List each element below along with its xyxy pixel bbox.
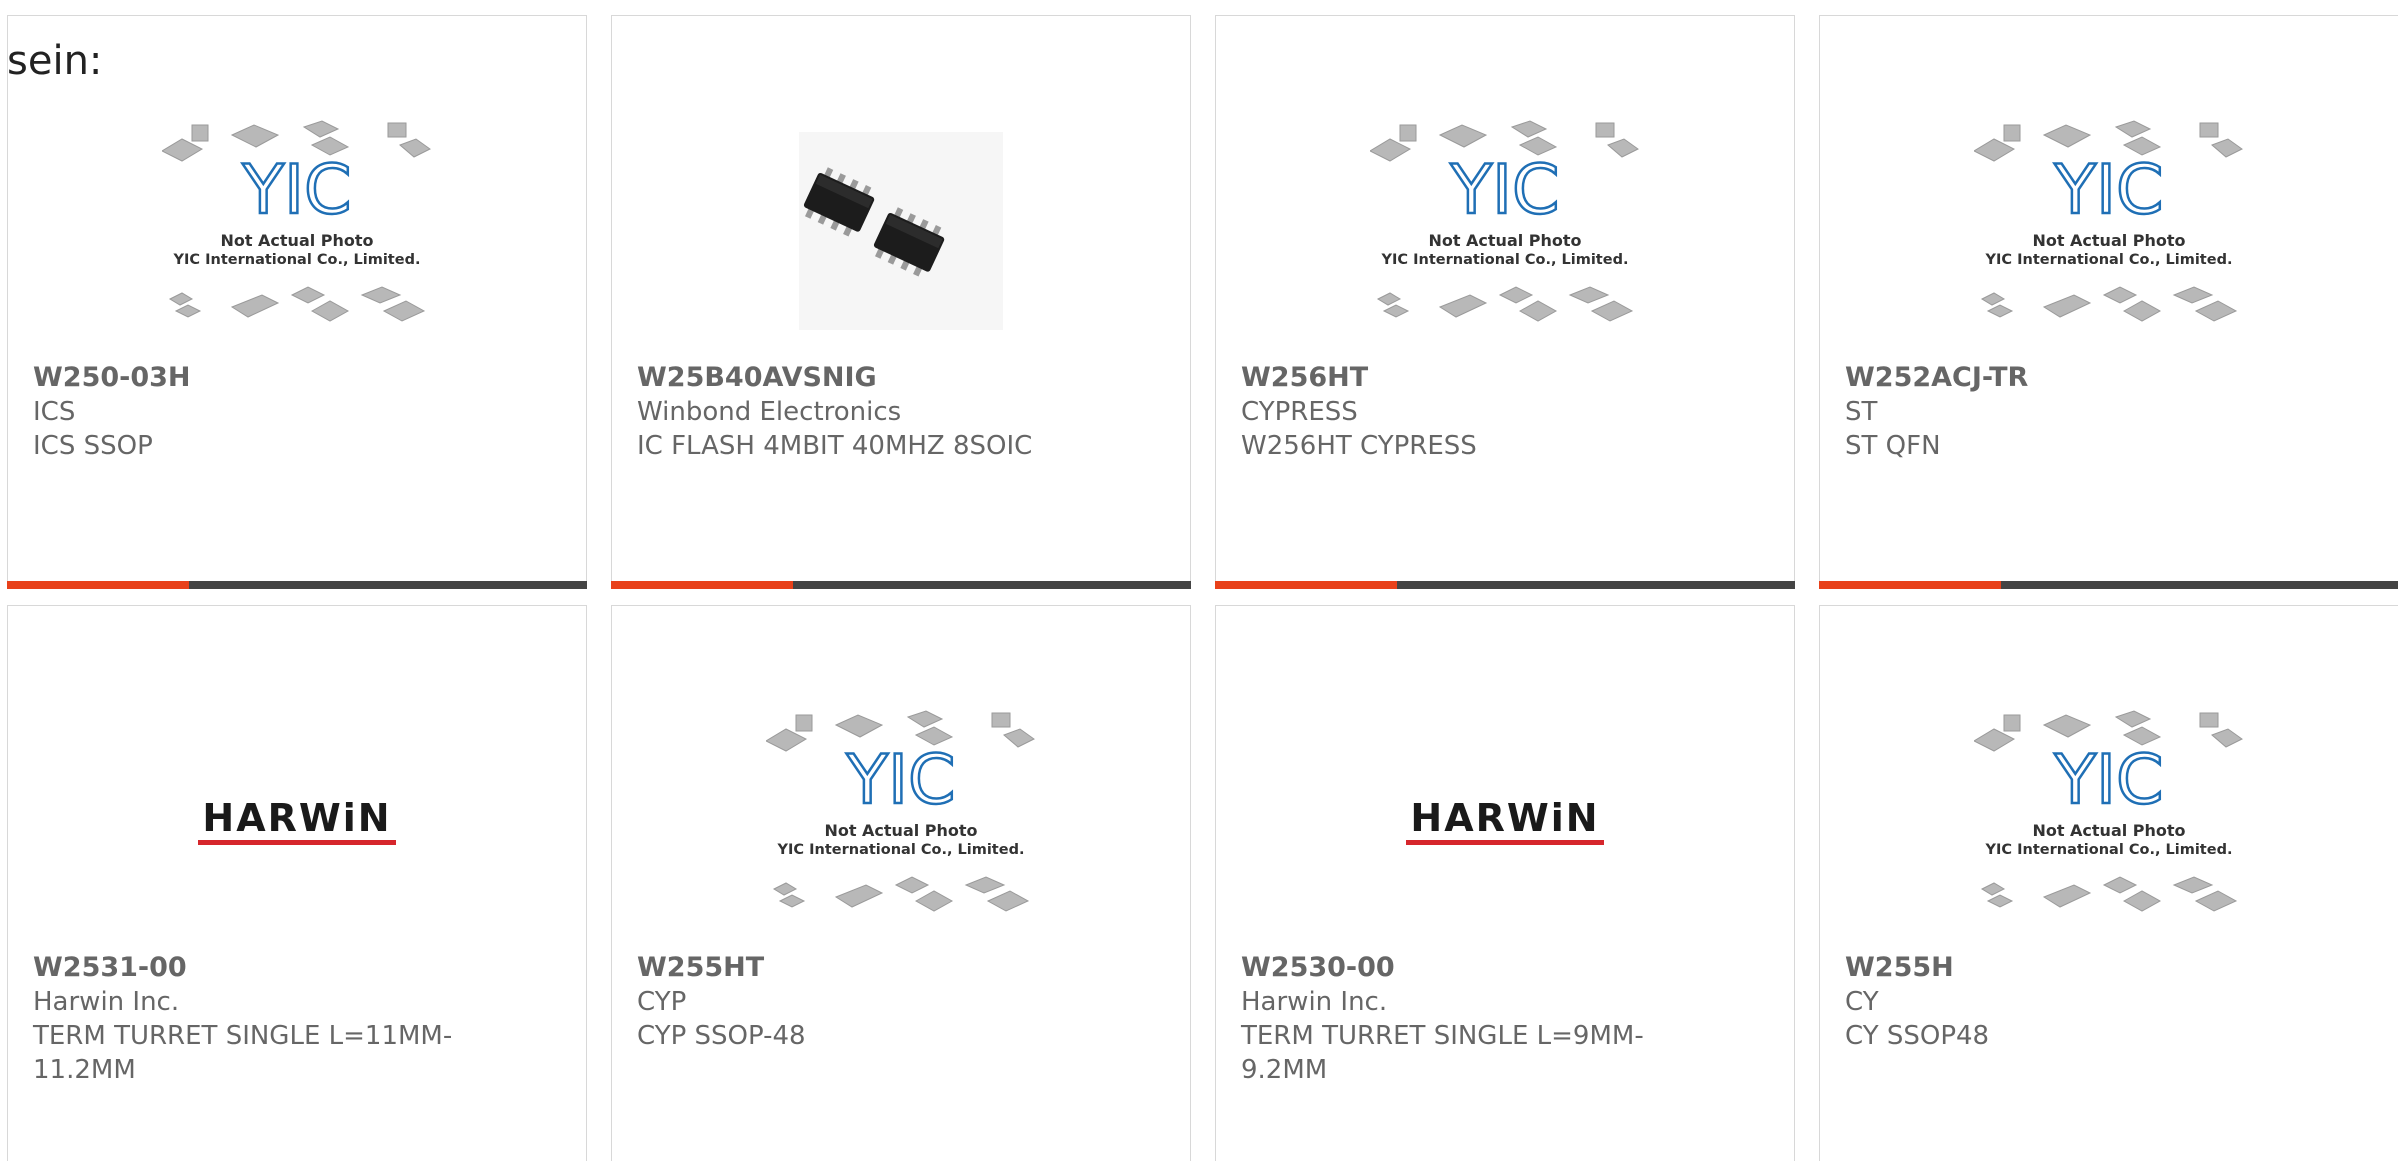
part-number[interactable]: W252ACJ-TR [1845,361,2365,395]
svg-text:Not Actual Photo: Not Actual Photo [2032,231,2185,250]
manufacturer: CYP [637,987,687,1017]
card-bottom-bar [7,581,587,589]
product-card[interactable]: YIC Not Actual Photo YIC International Co.… [1819,15,2398,589]
product-image: HARWiN [1216,686,1794,956]
product-card[interactable]: HARWiN W2531-00 Harwin Inc. TERM TURRET … [7,605,587,1161]
description: W256HT CYPRESS [1241,431,1477,461]
svg-text:YIC International Co., Limited: YIC International Co., Limited. [173,252,421,268]
svg-text:Not Actual Photo: Not Actual Photo [2032,821,2185,840]
description: ICS SSOP [33,431,153,461]
yic-placeholder-image: YICNot Actual Photo YIC International Co.… [1974,120,2243,322]
part-number[interactable]: W2530-00 [1241,951,1761,985]
product-image: YIC Not Actual Photo YIC International Co.… [1820,96,2398,366]
product-grid-page: sein: YIC Not Actual Photo YIC Internation… [0,0,2398,1161]
product-card[interactable]: YIC Not Actual Photo YIC International Co.… [611,605,1191,1161]
part-number[interactable]: W2531-00 [33,951,553,985]
svg-text:Not Actual Photo: Not Actual Photo [824,821,977,840]
product-card[interactable]: YIC Not Actual Photo YIC International Co.… [7,15,587,589]
product-image [612,96,1190,366]
soic-chip-photo [799,132,1003,330]
part-number[interactable]: W255H [1845,951,2365,985]
product-image: YIC Not Actual Photo YIC International Co.… [1216,96,1794,366]
product-card[interactable]: HARWiN W2530-00 Harwin Inc. TERM TURRET … [1215,605,1795,1161]
product-image: HARWiN [8,686,586,956]
card-accent [1819,581,2001,589]
part-number[interactable]: W250-03H [33,361,553,395]
description: IC FLASH 4MBIT 40MHZ 8SOIC [637,431,1033,461]
yic-placeholder-image: YICNot Actual Photo YIC International Co.… [766,710,1035,912]
svg-text:YIC: YIC [845,741,955,820]
svg-text:YIC International Co., Limited: YIC International Co., Limited. [1985,842,2233,858]
description: CY SSOP48 [1845,1021,1990,1051]
harwin-logo: HARWiN [1406,798,1604,845]
manufacturer: ST [1845,397,1878,427]
yic-placeholder-image: YICNot Actual Photo YIC International Co.… [162,120,431,322]
svg-text:YIC International Co., Limited: YIC International Co., Limited. [777,842,1025,858]
card-bottom-bar [1215,581,1795,589]
card-accent [7,581,189,589]
manufacturer: Harwin Inc. [33,987,180,1017]
manufacturer: Winbond Electronics [637,397,902,427]
svg-text:YIC: YIC [1449,151,1559,230]
card-accent [1215,581,1397,589]
product-image: YIC Not Actual Photo YIC International Co.… [612,686,1190,956]
product-image: YIC Not Actual Photo YIC International Co.… [1820,686,2398,956]
part-number[interactable]: W255HT [637,951,1157,985]
manufacturer: ICS [33,397,76,427]
description: TERM TURRET SINGLE L=9MM-9.2MM [1241,1021,1644,1085]
svg-text:Not Actual Photo: Not Actual Photo [1428,231,1581,250]
description: TERM TURRET SINGLE L=11MM-11.2MM [33,1021,453,1085]
product-card[interactable]: W25B40AVSNIG Winbond Electronics IC FLAS… [611,15,1191,589]
card-bottom-bar [611,581,1191,589]
manufacturer: Harwin Inc. [1241,987,1388,1017]
description: CYP SSOP-48 [637,1021,806,1051]
product-card[interactable]: YIC Not Actual Photo YIC International Co.… [1819,605,2398,1161]
svg-text:YIC: YIC [241,151,351,230]
product-card[interactable]: YIC Not Actual Photo YIC International Co.… [1215,15,1795,589]
svg-text:YIC: YIC [2053,741,2163,820]
svg-text:Not Actual Photo: Not Actual Photo [220,231,373,250]
intro-text: sein: [7,38,103,84]
product-image: YIC Not Actual Photo YIC International Co.… [8,96,586,366]
svg-text:YIC: YIC [2053,151,2163,230]
card-bottom-bar [1819,581,2398,589]
svg-text:YIC International Co., Limited: YIC International Co., Limited. [1381,252,1629,268]
part-number[interactable]: W256HT [1241,361,1761,395]
manufacturer: CY [1845,987,1879,1017]
yic-placeholder-image: YICNot Actual Photo YIC International Co.… [1974,710,2243,912]
description: ST QFN [1845,431,1941,461]
manufacturer: CYPRESS [1241,397,1358,427]
harwin-logo: HARWiN [198,798,396,845]
part-number[interactable]: W25B40AVSNIG [637,361,1157,395]
svg-text:YIC International Co., Limited: YIC International Co., Limited. [1985,252,2233,268]
yic-placeholder-image: YICNot Actual Photo YIC International Co.… [1370,120,1639,322]
card-accent [611,581,793,589]
